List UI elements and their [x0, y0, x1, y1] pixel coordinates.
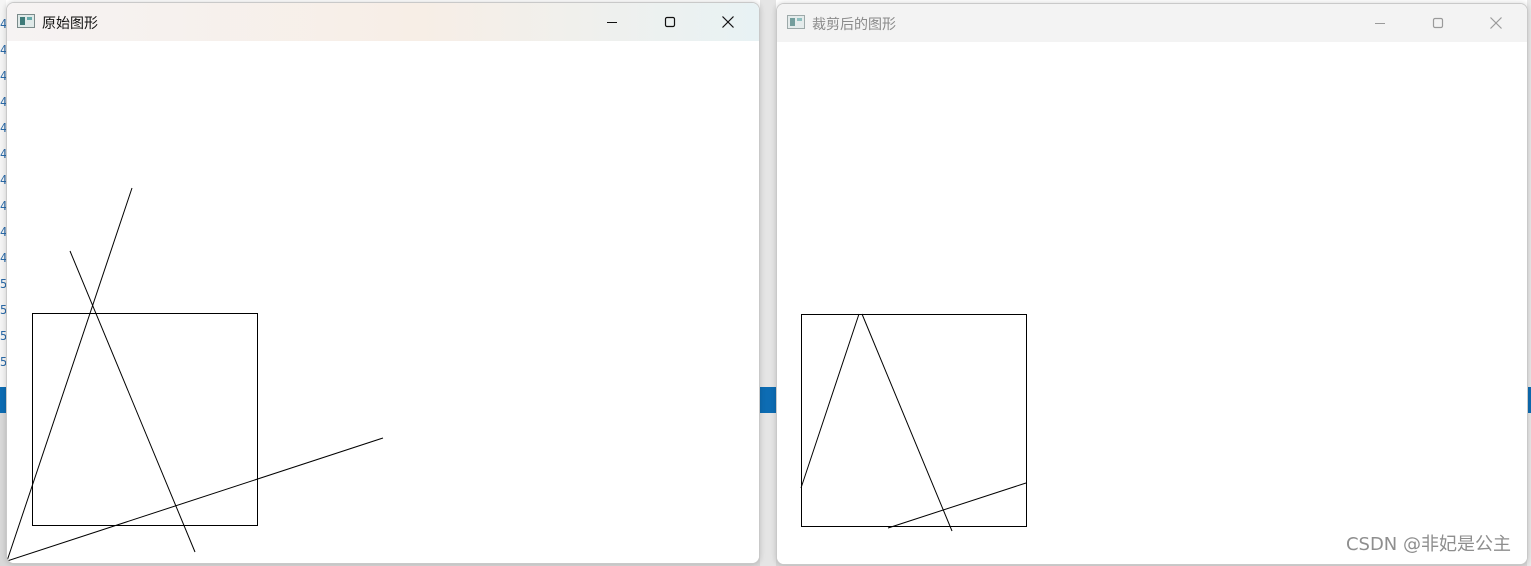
close-button[interactable]	[699, 3, 757, 41]
close-icon	[722, 16, 734, 28]
clip-rectangle	[801, 314, 1027, 527]
window-titlebar[interactable]: 原始图形	[7, 3, 759, 41]
clipped-line-segment	[887, 482, 1027, 529]
line-segment	[69, 250, 196, 553]
minimize-icon	[1375, 23, 1385, 24]
maximize-button[interactable]	[641, 3, 699, 41]
app-window-icon	[17, 14, 35, 28]
clipped-figure-window[interactable]: 裁剪后的图形 CSDN @非妃是公主	[776, 3, 1528, 565]
window-title: 原始图形	[42, 16, 98, 32]
watermark-text: CSDN @非妃是公主	[1345, 534, 1511, 555]
background-gap	[760, 0, 776, 566]
minimize-button[interactable]	[1351, 4, 1409, 42]
clipped-drawing	[800, 313, 1027, 532]
close-icon	[1490, 17, 1502, 29]
clipped-line-segment	[861, 313, 953, 532]
minimize-button[interactable]	[583, 3, 641, 41]
background-accent-stripe	[760, 387, 776, 413]
maximize-icon	[1432, 17, 1444, 29]
drawing-canvas[interactable]: CSDN @非妃是公主	[777, 42, 1527, 564]
clipped-line-segment	[800, 313, 860, 489]
original-figure-window[interactable]: 原始图形	[6, 2, 760, 564]
original-drawing	[7, 187, 384, 562]
window-title: 裁剪后的图形	[812, 17, 896, 33]
minimize-icon	[607, 22, 617, 23]
window-titlebar[interactable]: 裁剪后的图形	[777, 4, 1527, 42]
app-window-icon	[787, 15, 805, 29]
line-segment	[7, 187, 133, 562]
close-button[interactable]	[1467, 4, 1525, 42]
maximize-button[interactable]	[1409, 4, 1467, 42]
maximize-icon	[664, 16, 676, 28]
clip-rectangle	[32, 313, 258, 526]
line-segment	[7, 437, 384, 562]
drawing-canvas[interactable]	[7, 41, 759, 563]
